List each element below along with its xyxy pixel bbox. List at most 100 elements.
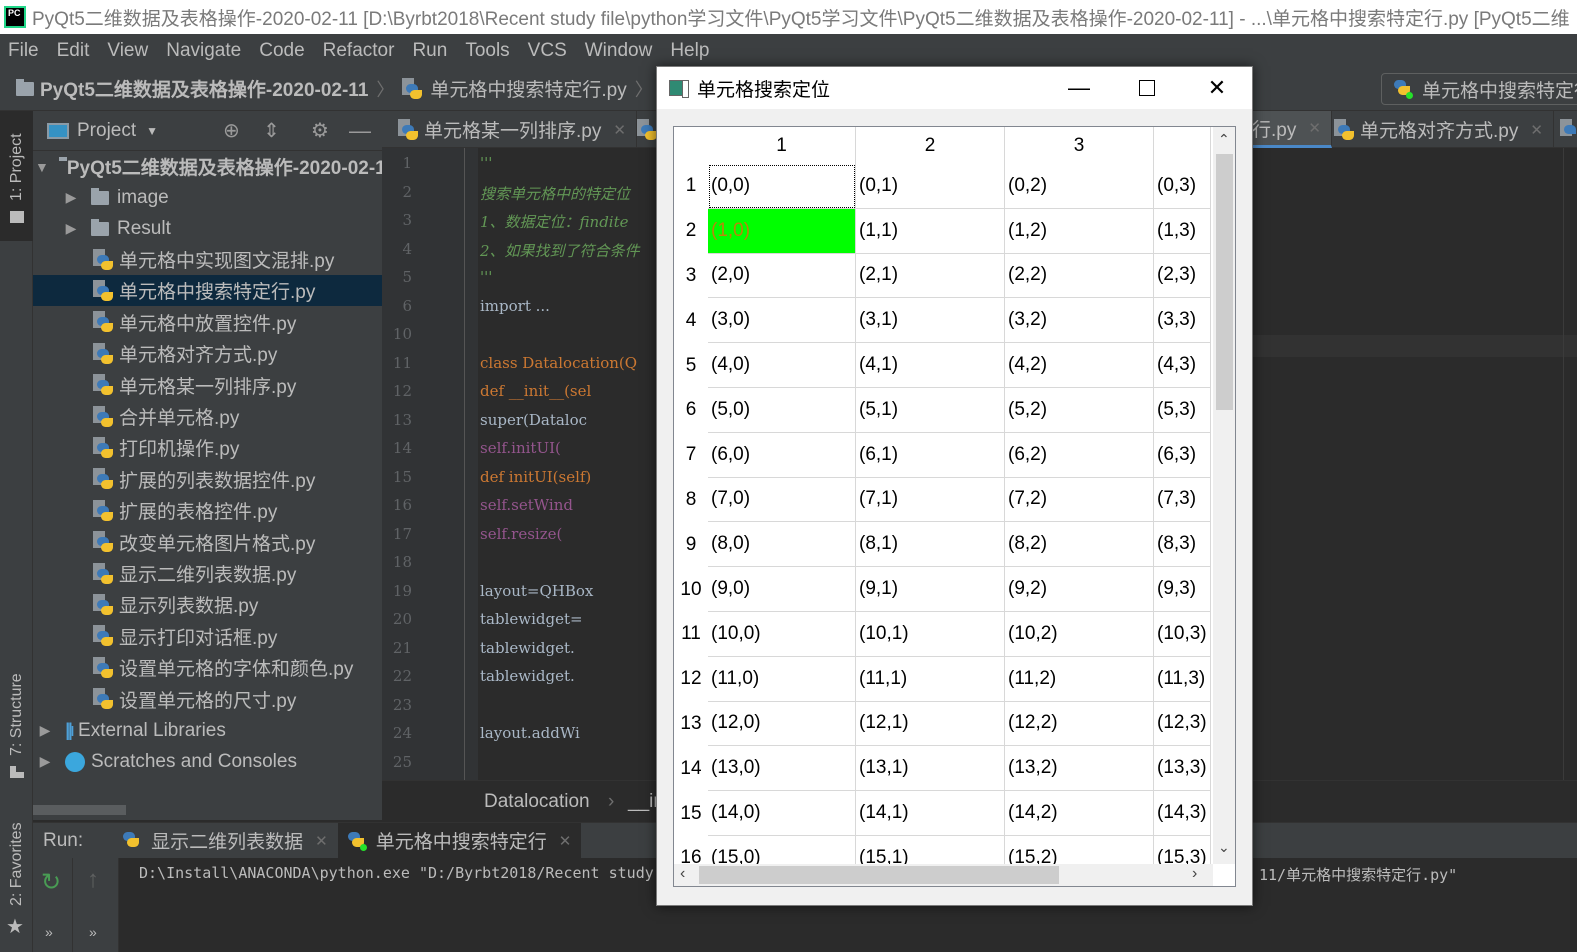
table-cell[interactable]: (7,3): [1154, 477, 1211, 523]
table-cell[interactable]: (2,2): [1005, 253, 1154, 299]
row-header[interactable]: 4: [674, 298, 708, 343]
table-cell[interactable]: (12,0): [708, 701, 856, 747]
tree-file[interactable]: 显示列表数据.py: [33, 589, 382, 620]
close-tab-icon[interactable]: ✕: [1308, 119, 1321, 137]
more-actions-icon[interactable]: »: [89, 924, 97, 940]
menu-edit[interactable]: Edit: [57, 40, 90, 62]
table-cell[interactable]: (5,2): [1005, 388, 1154, 433]
table-cell[interactable]: (8,0): [708, 522, 856, 568]
scroll-left-arrow-icon[interactable]: ‹: [680, 865, 685, 883]
close-button[interactable]: ✕: [1183, 67, 1251, 109]
arrow-up-icon[interactable]: ↑: [87, 866, 99, 894]
expand-arrow-icon[interactable]: ▶: [61, 189, 81, 206]
code-editor-right[interactable]: [1253, 148, 1577, 780]
chevron-down-icon[interactable]: ▼: [146, 124, 158, 138]
menu-navigate[interactable]: Navigate: [166, 40, 241, 62]
horizontal-scrollbar-thumb[interactable]: [699, 866, 1059, 884]
menu-vcs[interactable]: VCS: [528, 40, 567, 62]
tree-file[interactable]: 合并单元格.py: [33, 401, 382, 432]
row-header[interactable]: 9: [674, 522, 708, 567]
table-cell[interactable]: (8,2): [1005, 522, 1154, 568]
row-header[interactable]: 2: [674, 209, 708, 254]
tree-folder-image[interactable]: ▶ image: [33, 182, 382, 213]
table-cell[interactable]: (3,3): [1154, 298, 1211, 344]
table-cell[interactable]: (6,1): [856, 432, 1005, 478]
tree-scratches-consoles[interactable]: ▶ Scratches and Consoles: [33, 746, 382, 777]
table-cell[interactable]: (0,3): [1154, 164, 1211, 209]
table-widget[interactable]: 123 1 (0,0) (0,1) (0,2) (0,3) 2 (1,0) (1,1) (1,2…: [673, 126, 1236, 887]
expand-arrow-icon[interactable]: ▶: [35, 722, 55, 739]
table-cell[interactable]: (11,3): [1154, 656, 1211, 702]
row-header[interactable]: 6: [674, 388, 708, 433]
tree-file[interactable]: 扩展的列表数据控件.py: [33, 464, 382, 495]
breadcrumb-file[interactable]: 单元格中搜索特定行.py: [402, 75, 627, 102]
hide-panel-icon[interactable]: —: [349, 118, 371, 144]
expand-arrow-icon[interactable]: ▶: [61, 220, 81, 237]
table-cell[interactable]: (3,0): [708, 298, 856, 344]
tool-tab-favorites[interactable]: 2: Favorites ★: [0, 816, 33, 946]
table-cell[interactable]: (10,3): [1154, 612, 1211, 657]
tree-root-folder[interactable]: ▼ PyQt5二维数据及表格操作-2020-02-11: [33, 151, 382, 182]
tree-file[interactable]: 单元格中实现图文混排.py: [33, 244, 382, 275]
table-cell[interactable]: (13,3): [1154, 746, 1211, 792]
horizontal-scrollbar[interactable]: ‹ ›: [674, 864, 1213, 886]
table-cell[interactable]: (14,2): [1005, 791, 1154, 836]
run-tab-active[interactable]: 单元格中搜索特定行 ✕: [337, 822, 582, 859]
table-cell[interactable]: (4,3): [1154, 343, 1211, 388]
tree-file[interactable]: 设置单元格的尺寸.py: [33, 684, 382, 715]
tree-file[interactable]: 显示二维列表数据.py: [33, 558, 382, 589]
locate-file-icon[interactable]: ⊕: [223, 118, 240, 143]
table-cell[interactable]: (12,1): [856, 701, 1005, 747]
table-cell[interactable]: (4,1): [856, 343, 1005, 388]
table-cell[interactable]: (5,0): [708, 388, 856, 433]
table-cell[interactable]: (13,1): [856, 746, 1005, 792]
table-cell[interactable]: (5,3): [1154, 388, 1211, 433]
rerun-icon[interactable]: ↻: [41, 868, 61, 897]
editor-tab[interactable]: 单元格对齐方式.py ✕: [1324, 111, 1554, 148]
vertical-scrollbar[interactable]: ⌃ ⌄: [1213, 127, 1235, 864]
table-cell[interactable]: (2,3): [1154, 253, 1211, 299]
table-cell[interactable]: (11,0): [708, 656, 856, 702]
row-header[interactable]: 11: [674, 612, 708, 657]
close-tab-icon[interactable]: ✕: [1530, 121, 1543, 139]
table-cell[interactable]: (7,0): [708, 477, 856, 523]
menu-refactor[interactable]: Refactor: [323, 40, 395, 62]
tool-tab-structure[interactable]: 7: Structure: [0, 666, 33, 796]
scroll-up-arrow-icon[interactable]: ⌃: [1218, 131, 1230, 148]
tree-file[interactable]: 单元格对齐方式.py: [33, 338, 382, 369]
tree-file[interactable]: 打印机操作.py: [33, 432, 382, 463]
column-header[interactable]: 1: [708, 127, 856, 164]
more-actions-icon[interactable]: »: [45, 924, 53, 940]
breadcrumb-project[interactable]: PyQt5二维数据及表格操作-2020-02-11: [16, 75, 368, 102]
table-cell[interactable]: (6,2): [1005, 432, 1154, 478]
table-cell[interactable]: (4,0): [708, 343, 856, 388]
table-cell[interactable]: (9,3): [1154, 567, 1211, 612]
vertical-scrollbar-thumb[interactable]: [1216, 154, 1233, 410]
table-cell[interactable]: (0,1): [856, 164, 1005, 209]
table-cell[interactable]: (14,3): [1154, 791, 1211, 836]
table-cell[interactable]: (12,2): [1005, 701, 1154, 747]
row-header[interactable]: 1: [674, 164, 708, 209]
table-cell[interactable]: (0,2): [1005, 164, 1154, 209]
table-cell[interactable]: (4,2): [1005, 343, 1154, 388]
minimize-button[interactable]: —: [1045, 67, 1113, 109]
tree-file[interactable]: 单元格中放置控件.py: [33, 307, 382, 338]
column-header[interactable]: 2: [856, 127, 1005, 164]
table-cell[interactable]: (14,0): [708, 791, 856, 836]
code-editor[interactable]: ''' 搜索单元格中的特定位 1、数据定位：findite 2、如果找到了符合条件 ''…: [478, 148, 658, 780]
row-header[interactable]: 13: [674, 702, 708, 747]
table-cell[interactable]: (11,2): [1005, 656, 1154, 702]
row-header[interactable]: 15: [674, 791, 708, 836]
row-header[interactable]: 5: [674, 343, 708, 388]
table-cell[interactable]: (12,3): [1154, 701, 1211, 747]
tree-file[interactable]: 单元格中搜索特定行.py: [33, 275, 382, 307]
maximize-button[interactable]: [1113, 67, 1181, 109]
table-cell[interactable]: (9,2): [1005, 567, 1154, 612]
row-header[interactable]: 12: [674, 657, 708, 702]
run-configuration-selector[interactable]: 单元格中搜索特定行: [1381, 73, 1577, 105]
column-header[interactable]: [1154, 127, 1211, 164]
close-tab-icon[interactable]: ✕: [559, 832, 572, 850]
row-header[interactable]: 8: [674, 478, 708, 523]
editor-tab[interactable]: [1550, 111, 1577, 148]
tree-file[interactable]: 设置单元格的字体和颜色.py: [33, 652, 382, 683]
